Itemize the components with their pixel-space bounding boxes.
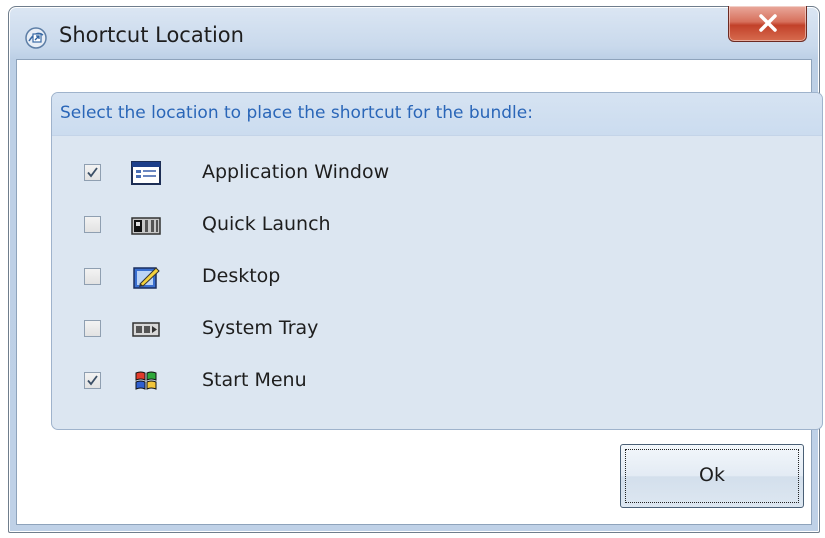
checkmark-icon xyxy=(87,375,98,386)
desktop-checkbox[interactable] xyxy=(84,268,101,285)
window-title: Shortcut Location xyxy=(59,23,244,47)
group-header-text: Select the location to place the shortcu… xyxy=(60,103,533,123)
option-system-tray[interactable]: System Tray xyxy=(52,312,822,346)
dialog-body: Select the location to place the shortcu… xyxy=(16,59,823,525)
ok-button[interactable]: Ok xyxy=(620,444,804,508)
application-window-icon xyxy=(131,161,161,185)
start-menu-icon xyxy=(135,371,157,390)
option-desktop[interactable]: Desktop xyxy=(52,260,822,294)
quick-launch-label: Quick Launch xyxy=(202,213,331,235)
application-window-label: Application Window xyxy=(202,161,390,183)
option-quick-launch[interactable]: Quick Launch xyxy=(52,208,822,242)
application-window-checkbox[interactable] xyxy=(84,164,101,181)
ok-button-label: Ok xyxy=(699,464,725,486)
option-start-menu[interactable]: Start Menu xyxy=(52,364,822,398)
start-menu-label: Start Menu xyxy=(202,369,307,391)
option-application-window[interactable]: Application Window xyxy=(52,156,822,190)
shortcut-location-dialog: Shortcut Location Select the location to… xyxy=(8,6,823,533)
start-menu-checkbox[interactable] xyxy=(84,372,101,389)
shortcut-bundle-icon xyxy=(25,27,47,49)
checkmark-icon xyxy=(87,167,98,178)
desktop-label: Desktop xyxy=(202,265,281,287)
close-x-icon xyxy=(759,14,777,32)
quick-launch-icon xyxy=(131,217,161,235)
system-tray-icon xyxy=(132,322,160,337)
system-tray-label: System Tray xyxy=(202,317,319,339)
desktop-icon xyxy=(133,267,160,289)
quick-launch-checkbox[interactable] xyxy=(84,216,101,233)
system-tray-checkbox[interactable] xyxy=(84,320,101,337)
group-header: Select the location to place the shortcu… xyxy=(52,93,822,136)
shortcut-options-group: Select the location to place the shortcu… xyxy=(51,92,823,430)
close-button[interactable] xyxy=(728,6,807,42)
